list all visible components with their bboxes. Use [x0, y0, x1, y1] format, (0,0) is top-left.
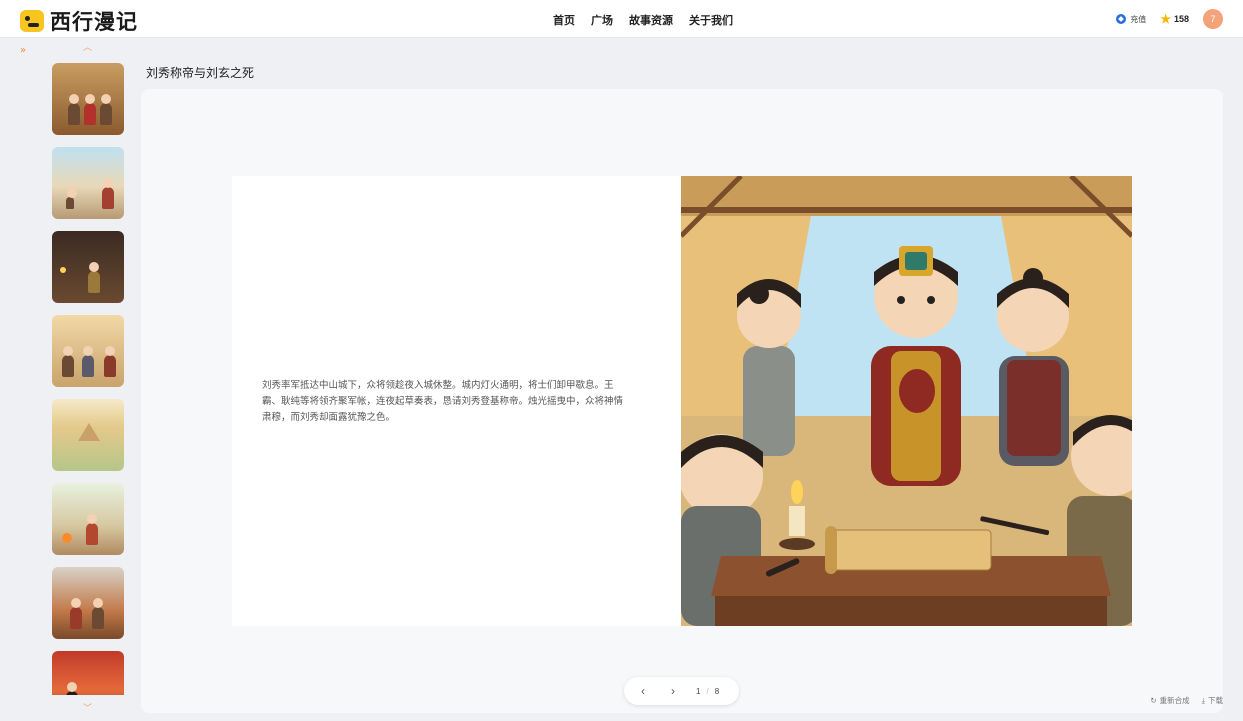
thumbnail-page-7[interactable] — [52, 567, 124, 639]
regenerate-button[interactable]: ↻ 重新合成 — [1150, 695, 1189, 706]
page-separator: / — [706, 686, 709, 696]
refresh-icon: ↻ — [1150, 696, 1157, 705]
diamond-coin-icon — [1116, 14, 1127, 24]
thumbnail-page-8[interactable] — [52, 651, 124, 695]
chevron-up-icon[interactable]: ︿ — [83, 40, 92, 53]
page-pager: ‹ › 1 / 8 — [624, 677, 739, 705]
nav-item-home[interactable]: 首页 — [553, 12, 575, 28]
recharge-button[interactable]: 充值 — [1116, 14, 1146, 25]
header-actions: 充值 ★ 158 7 — [1116, 9, 1223, 29]
top-header: 西行漫记 首页 广场 故事资源 关于我们 充值 ★ 158 7 — [0, 0, 1243, 38]
total-pages: 8 — [714, 686, 720, 696]
download-button[interactable]: ⤓ 下载 — [1202, 695, 1223, 706]
page-thumbnails — [52, 63, 124, 695]
main-nav: 首页 广场 故事资源 关于我们 — [553, 12, 733, 28]
thumbnail-page-5[interactable] — [52, 399, 124, 471]
logo[interactable]: 西行漫记 — [20, 6, 138, 36]
thumbnail-page-6[interactable] — [52, 483, 124, 555]
story-illustration — [681, 176, 1132, 626]
nav-item-story-resources[interactable]: 故事资源 — [629, 12, 673, 28]
fire-shape — [62, 533, 72, 543]
thumbnail-page-4[interactable] — [52, 315, 124, 387]
story-title: 刘秀称帝与刘玄之死 — [146, 66, 255, 80]
candle-glow — [60, 267, 66, 273]
download-label: 下载 — [1208, 696, 1223, 705]
altar-shape — [78, 423, 100, 441]
download-icon: ⤓ — [1201, 695, 1205, 705]
chevron-down-icon[interactable]: ﹀ — [83, 701, 92, 714]
recharge-label: 充值 — [1130, 14, 1147, 24]
chevron-left-icon[interactable]: ‹ — [628, 684, 658, 698]
regenerate-label: 重新合成 — [1159, 696, 1190, 705]
page-indicator: 1 / 8 — [696, 687, 719, 696]
nav-item-square[interactable]: 广场 — [591, 12, 613, 28]
points-display[interactable]: ★ 158 — [1160, 13, 1189, 25]
points-value: 158 — [1173, 14, 1189, 24]
story-text: 刘秀率军抵达中山城下，众将领趁夜入城休整。城内灯火通明，将士们卸甲歇息。王霸、耿… — [262, 381, 624, 423]
double-chevron-right-icon[interactable]: » — [20, 45, 26, 56]
star-icon: ★ — [1160, 12, 1171, 26]
story-actions: ↻ 重新合成 ⤓ 下载 — [1150, 695, 1223, 706]
thumbnail-page-1[interactable] — [52, 63, 124, 135]
chevron-right-icon[interactable]: › — [658, 684, 688, 698]
smiley-logo-icon — [20, 10, 44, 32]
app-name: 西行漫记 — [50, 10, 138, 34]
current-page: 1 — [696, 686, 701, 696]
thumbnail-page-2[interactable] — [52, 147, 124, 219]
avatar[interactable]: 7 — [1203, 9, 1223, 29]
thumbnail-page-3[interactable] — [52, 231, 124, 303]
nav-item-about-us[interactable]: 关于我们 — [689, 12, 733, 28]
